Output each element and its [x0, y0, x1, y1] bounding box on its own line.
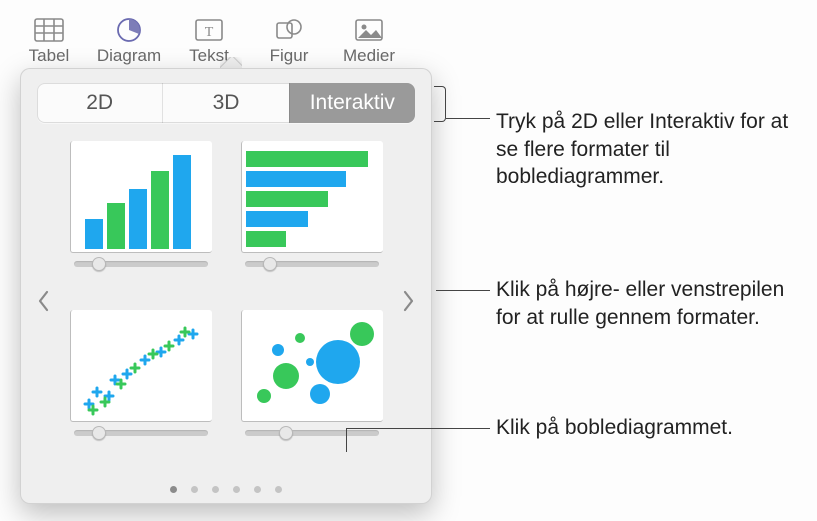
media-icon	[352, 15, 386, 45]
chart-option-bubble[interactable]	[238, 310, 385, 461]
callout-text-1: Tryk på 2D eller Interaktiv for at se fl…	[496, 108, 806, 191]
thumb-slider[interactable]	[245, 261, 379, 267]
next-arrow[interactable]	[397, 279, 421, 323]
chart-thumb-area	[37, 137, 415, 465]
chart-option-column[interactable]	[67, 141, 214, 292]
seg-label: Interaktiv	[310, 91, 395, 115]
page-dot[interactable]	[212, 486, 219, 493]
scatter-chart-thumb	[70, 310, 212, 422]
page-dot[interactable]	[233, 486, 240, 493]
column-chart-thumb	[70, 141, 212, 253]
toolbar-label: Tabel	[29, 47, 70, 64]
seg-3d[interactable]: 3D	[162, 83, 288, 123]
bar-chart-thumb	[241, 141, 383, 253]
table-icon	[32, 15, 66, 45]
svg-text:T: T	[205, 25, 214, 40]
thumb-slider[interactable]	[245, 430, 379, 436]
callout-text-2: Klik på højre- eller venstrepilen for at…	[496, 276, 806, 331]
chart-icon	[112, 15, 146, 45]
chart-popover: 2D 3D Interaktiv	[20, 68, 432, 504]
page-dot[interactable]	[275, 486, 282, 493]
prev-arrow[interactable]	[31, 279, 55, 323]
toolbar-label: Figur	[270, 47, 309, 64]
callout-text-3: Klik på boblediagrammet.	[496, 414, 806, 442]
page-dot[interactable]	[170, 486, 177, 493]
chevron-right-icon	[402, 290, 416, 312]
toolbar-btn-tabel[interactable]: Tabel	[10, 15, 88, 68]
seg-label: 2D	[86, 91, 113, 115]
bubble-chart-thumb	[241, 310, 383, 422]
page-dot[interactable]	[191, 486, 198, 493]
page-dots	[21, 486, 431, 493]
toolbar-btn-medier[interactable]: Medier	[330, 15, 408, 68]
page-dot[interactable]	[254, 486, 261, 493]
shape-icon	[272, 15, 306, 45]
chart-grid	[67, 141, 385, 461]
seg-label: 3D	[213, 91, 240, 115]
seg-interaktiv[interactable]: Interaktiv	[289, 83, 415, 123]
toolbar-btn-diagram[interactable]: Diagram	[90, 15, 168, 68]
toolbar-label: Medier	[343, 47, 395, 64]
chart-type-segmented: 2D 3D Interaktiv	[37, 83, 415, 123]
seg-2d[interactable]: 2D	[37, 83, 162, 123]
thumb-slider[interactable]	[74, 261, 208, 267]
chart-option-bar[interactable]	[238, 141, 385, 292]
chart-option-scatter[interactable]	[67, 310, 214, 461]
thumb-slider[interactable]	[74, 430, 208, 436]
toolbar-label: Diagram	[97, 47, 161, 64]
text-icon: T	[192, 15, 226, 45]
chevron-left-icon	[36, 290, 50, 312]
popover-body: 2D 3D Interaktiv	[20, 68, 432, 504]
toolbar-btn-figur[interactable]: Figur	[250, 15, 328, 68]
toolbar: Tabel Diagram T Tekst Figur Medier	[10, 6, 408, 68]
